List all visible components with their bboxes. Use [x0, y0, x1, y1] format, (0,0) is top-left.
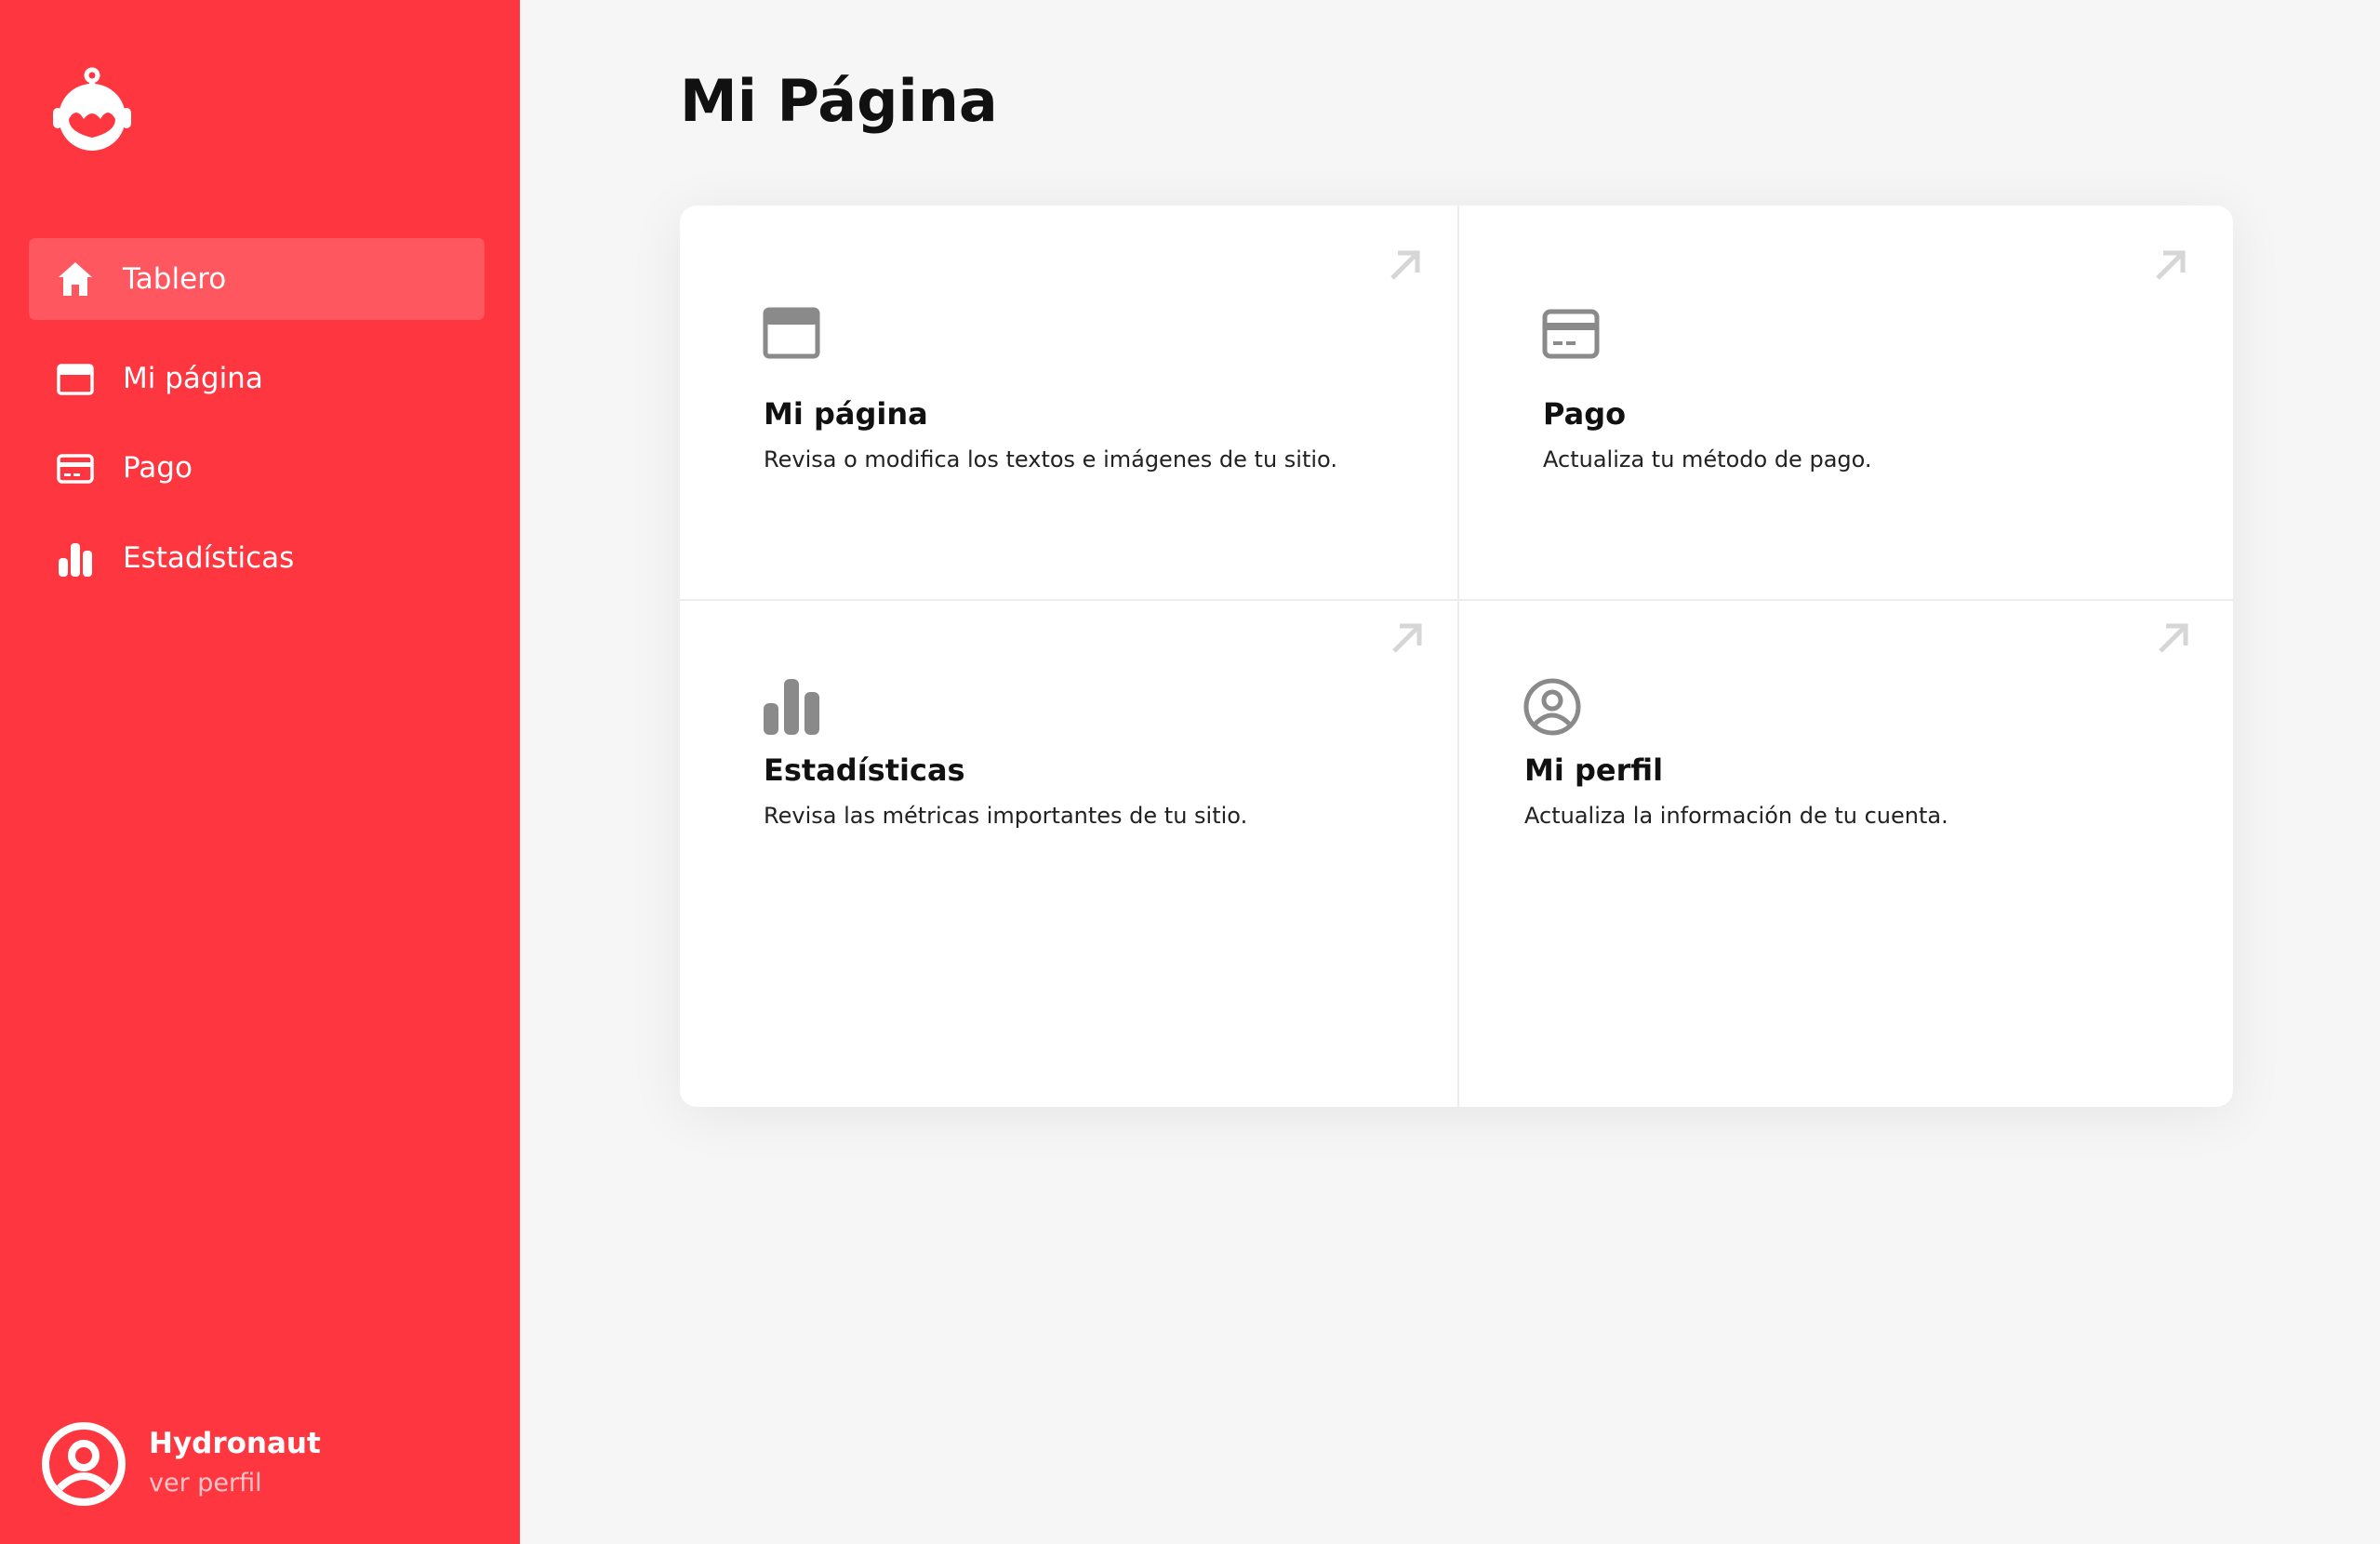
arrow-up-right-icon — [2155, 619, 2192, 657]
sidebar-item-label: Tablero — [123, 262, 227, 296]
card-estadisticas[interactable]: Estadísticas Revisa las métricas importa… — [680, 601, 1457, 1107]
card-pago[interactable]: Pago Actualiza tu método de pago. — [1459, 206, 2233, 599]
user-circle-icon — [1522, 677, 1582, 737]
credit-card-icon — [1541, 304, 1601, 364]
bar-chart-icon — [762, 677, 821, 737]
sidebar-item-estadisticas[interactable]: Estadísticas — [29, 517, 485, 599]
profile-name: Hydronaut — [149, 1427, 321, 1460]
bar-chart-icon — [55, 538, 96, 579]
card-description: Revisa o modifica los textos e imágenes … — [764, 446, 1337, 473]
home-icon — [55, 259, 96, 299]
sidebar-item-label: Mi página — [123, 362, 263, 395]
sidebar-item-mi-pagina[interactable]: Mi página — [29, 338, 485, 419]
page-title: Mi Página — [680, 67, 998, 135]
browser-window-icon — [55, 358, 96, 399]
browser-window-icon — [762, 304, 821, 364]
card-description: Actualiza la información de tu cuenta. — [1524, 803, 1948, 829]
arrow-up-right-icon — [2152, 246, 2189, 284]
sidebar-item-tablero[interactable]: Tablero — [29, 238, 485, 320]
card-title: Mi perfil — [1524, 752, 1664, 788]
card-mi-perfil[interactable]: Mi perfil Actualiza la información de tu… — [1459, 601, 2233, 1107]
card-description: Revisa las métricas importantes de tu si… — [764, 803, 1248, 829]
arrow-up-right-icon — [1389, 619, 1426, 657]
sidebar-item-label: Estadísticas — [123, 541, 295, 575]
card-title: Mi página — [764, 396, 928, 432]
user-circle-icon — [41, 1421, 126, 1507]
sidebar-item-label: Pago — [123, 451, 193, 485]
card-description: Actualiza tu método de pago. — [1543, 446, 1872, 473]
dashboard-cards: Mi página Revisa o modifica los textos e… — [680, 206, 2233, 1107]
card-title: Pago — [1543, 396, 1627, 432]
credit-card-icon — [55, 447, 96, 488]
view-profile-link[interactable]: ver perfil — [149, 1469, 262, 1497]
user-profile[interactable]: Hydronaut ver perfil — [41, 1421, 413, 1514]
arrow-up-right-icon — [1387, 246, 1424, 284]
sidebar-item-pago[interactable]: Pago — [29, 427, 485, 509]
card-mi-pagina[interactable]: Mi página Revisa o modifica los textos e… — [680, 206, 1457, 599]
robot-logo-icon[interactable] — [48, 63, 136, 156]
sidebar: Tablero Mi página Pago Estadísticas Hydr… — [0, 0, 520, 1544]
card-title: Estadísticas — [764, 752, 965, 788]
